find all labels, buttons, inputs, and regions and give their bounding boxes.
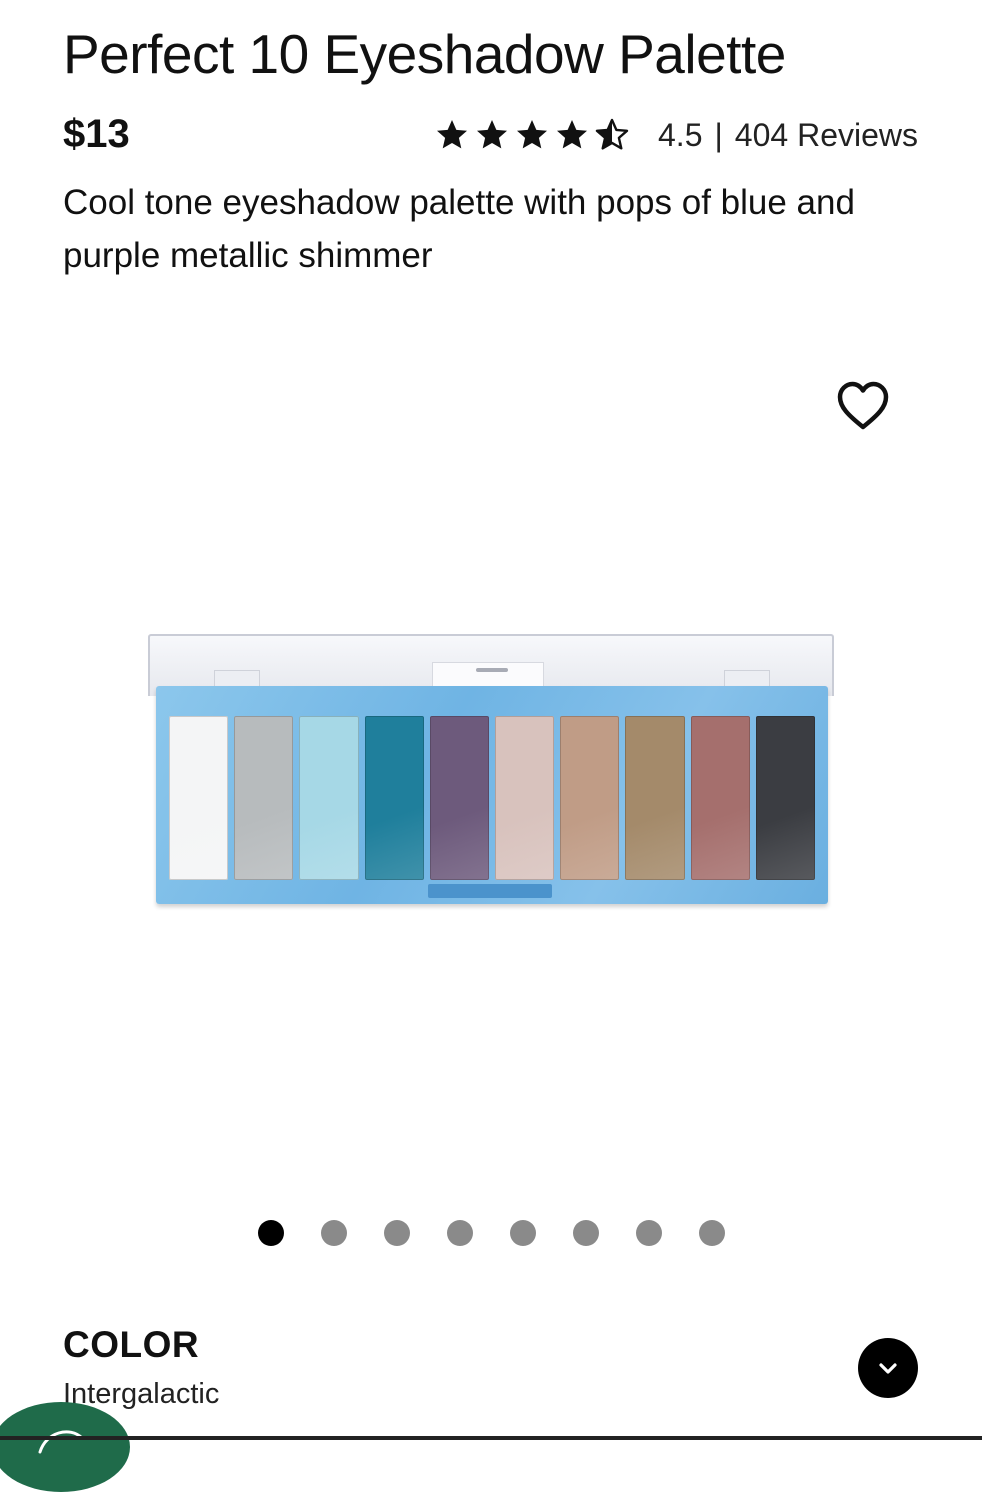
- product-price: $13: [63, 112, 130, 156]
- rating-separator: |: [714, 116, 723, 153]
- gallery-pagination: [258, 1220, 725, 1246]
- gallery-dot[interactable]: [636, 1220, 662, 1246]
- gallery-dot[interactable]: [510, 1220, 536, 1246]
- chat-button[interactable]: [0, 1402, 130, 1492]
- color-expand-button[interactable]: [858, 1338, 918, 1398]
- heart-outline-icon: [837, 381, 889, 430]
- star-icon: [557, 120, 587, 149]
- reviews-link[interactable]: 404 Reviews: [735, 117, 918, 154]
- shade-pan: [690, 716, 750, 880]
- product-title: Perfect 10 Eyeshadow Palette: [63, 23, 786, 85]
- star-icon: [437, 120, 467, 149]
- shade-pan: [364, 716, 424, 880]
- shade-pan: [560, 716, 620, 880]
- shade-pan: [429, 716, 490, 880]
- palette-tab: [428, 884, 552, 898]
- color-label: COLOR: [63, 1324, 200, 1365]
- product-description: Cool tone eyeshadow palette with pops of…: [63, 183, 855, 275]
- star-icon: [477, 120, 507, 149]
- shade-pan: [299, 716, 359, 880]
- bottom-divider: [0, 1436, 982, 1440]
- gallery-dot[interactable]: [573, 1220, 599, 1246]
- gallery-dot[interactable]: [258, 1220, 284, 1246]
- shade-pans: [169, 716, 816, 880]
- gallery-dot[interactable]: [384, 1220, 410, 1246]
- shade-pan: [495, 716, 555, 880]
- gallery-dot[interactable]: [321, 1220, 347, 1246]
- product-image[interactable]: [148, 634, 834, 908]
- shade-pan: [755, 716, 816, 880]
- gallery-dot[interactable]: [447, 1220, 473, 1246]
- star-rating: [434, 117, 630, 153]
- rating-summary[interactable]: 4.5 | 404 Reviews: [434, 112, 918, 158]
- chat-icon: [38, 1430, 84, 1454]
- favorite-button[interactable]: [836, 380, 890, 432]
- shade-pan: [234, 716, 294, 880]
- shade-pan: [169, 716, 229, 880]
- star-icon: [517, 120, 547, 149]
- half-star-icon: [595, 118, 629, 150]
- shade-pan: [625, 716, 685, 880]
- lid-notch: [476, 668, 508, 672]
- palette-case: [156, 686, 828, 904]
- rating-value: 4.5: [658, 116, 703, 153]
- gallery-dot[interactable]: [699, 1220, 725, 1246]
- chevron-down-icon: [879, 1363, 897, 1374]
